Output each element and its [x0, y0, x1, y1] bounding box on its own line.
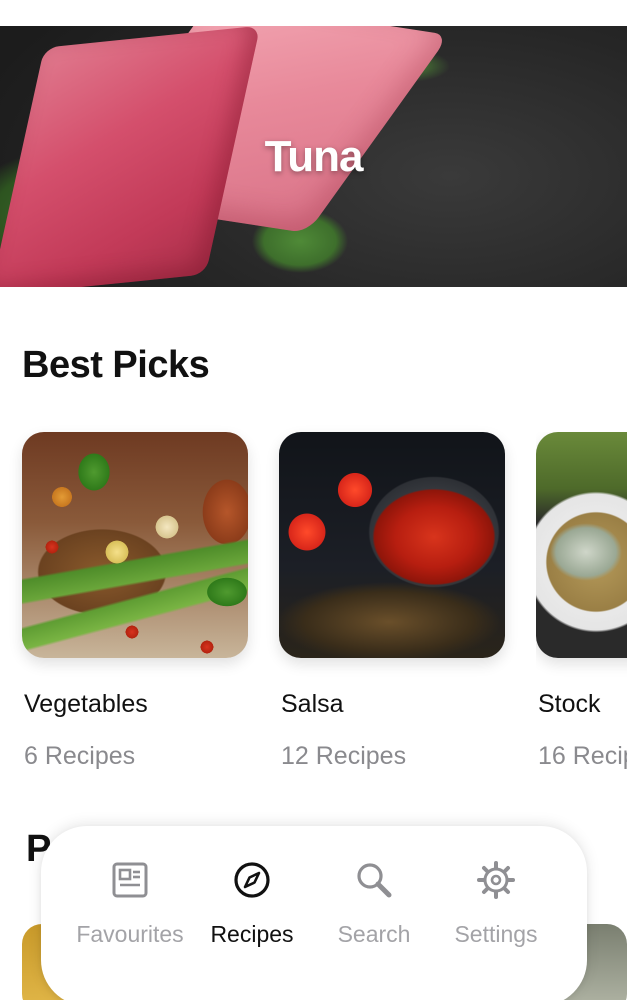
hero-banner[interactable]: Tuna — [0, 26, 627, 287]
card-image — [536, 432, 627, 658]
card-recipe-count: 16 Recipes — [538, 742, 627, 770]
tab-label: Settings — [454, 921, 538, 947]
tab-label: Search — [337, 921, 411, 947]
recipe-card-vegetables[interactable]: Vegetables 6 Recipes — [22, 432, 248, 770]
card-image — [22, 432, 248, 658]
card-image — [279, 432, 505, 658]
tab-recipes[interactable]: Recipes — [190, 860, 314, 949]
gear-icon — [477, 861, 515, 899]
compass-icon — [234, 862, 270, 898]
tab-search[interactable]: Search — [312, 860, 436, 949]
card-title: Salsa — [281, 690, 344, 718]
tab-favourites[interactable]: Favourites — [68, 860, 192, 949]
search-icon — [357, 863, 392, 898]
bottom-tab-bar: Favourites Recipes Search Settings — [41, 826, 587, 1000]
tab-label: Recipes — [210, 921, 294, 947]
card-title: Vegetables — [24, 690, 148, 718]
recipe-card-salsa[interactable]: Salsa 12 Recipes — [279, 432, 505, 770]
card-recipe-count: 12 Recipes — [281, 742, 407, 770]
hero-title: Tuna — [264, 132, 364, 181]
news-icon — [112, 862, 148, 898]
recipe-card-stock[interactable]: Stock 16 Recipes — [536, 432, 627, 792]
card-title: Stock — [538, 690, 601, 718]
tab-settings[interactable]: Settings — [434, 860, 558, 949]
tab-label: Favourites — [76, 921, 184, 947]
card-recipe-count: 6 Recipes — [24, 742, 136, 770]
section-title-best-picks: Best Picks — [22, 344, 210, 386]
